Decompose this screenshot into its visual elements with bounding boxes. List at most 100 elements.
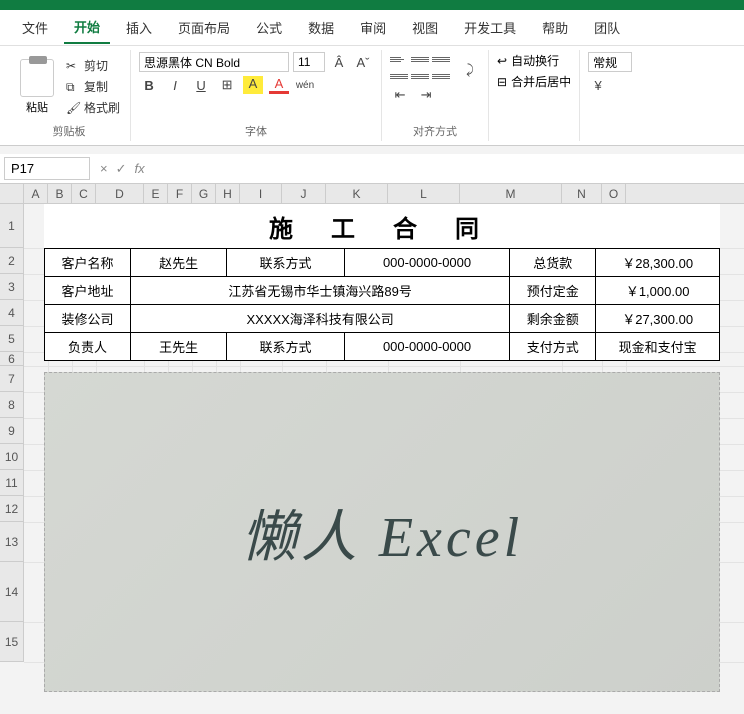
row-header[interactable]: 14 <box>0 562 24 622</box>
align-mid-right[interactable] <box>432 69 450 83</box>
col-header[interactable]: H <box>216 184 240 203</box>
align-mid-center[interactable] <box>411 69 429 83</box>
row-header[interactable]: 4 <box>0 300 24 326</box>
decrease-indent-button[interactable]: ⇤ <box>390 87 410 103</box>
col-header[interactable]: B <box>48 184 72 203</box>
col-header[interactable]: C <box>72 184 96 203</box>
menu-review[interactable]: 审阅 <box>350 12 396 43</box>
col-header[interactable]: F <box>168 184 192 203</box>
fill-color-button[interactable]: A <box>243 76 263 94</box>
scissors-icon: ✂ <box>66 59 80 73</box>
col-header[interactable]: O <box>602 184 626 203</box>
menu-formula[interactable]: 公式 <box>246 12 292 43</box>
font-color-button[interactable]: A <box>269 76 289 94</box>
col-header[interactable]: A <box>24 184 48 203</box>
cell-label[interactable]: 客户地址 <box>45 277 131 305</box>
underline-button[interactable]: U <box>191 78 211 93</box>
cell-value[interactable]: 现金和支付宝 <box>596 333 720 361</box>
paste-label: 粘贴 <box>26 99 48 115</box>
col-header[interactable]: G <box>192 184 216 203</box>
merge-center-button[interactable]: ⊟ 合并后居中 <box>497 73 571 90</box>
cell-value[interactable]: 江苏省无锡市华士镇海兴路89号 <box>130 277 509 305</box>
col-header[interactable]: K <box>326 184 388 203</box>
col-header[interactable]: E <box>144 184 168 203</box>
cell-label[interactable]: 总货款 <box>510 249 596 277</box>
col-header[interactable]: L <box>388 184 460 203</box>
menu-view[interactable]: 视图 <box>402 12 448 43</box>
menu-dev[interactable]: 开发工具 <box>454 12 526 43</box>
format-painter-button[interactable]: 🖌 格式刷 <box>64 98 122 117</box>
cells-area[interactable]: 施 工 合 同 客户名称 赵先生 联系方式 000-0000-0000 总货款 … <box>24 204 744 662</box>
formula-bar: × ✓ fx <box>0 154 744 184</box>
increase-font-button[interactable]: Â <box>329 55 349 70</box>
cell-value[interactable]: 王先生 <box>130 333 226 361</box>
cell-label[interactable]: 客户名称 <box>45 249 131 277</box>
fx-icon[interactable]: fx <box>135 161 145 176</box>
cell-label[interactable]: 支付方式 <box>510 333 596 361</box>
select-all-corner[interactable] <box>0 184 24 203</box>
decrease-font-button[interactable]: Aˇ <box>353 55 373 70</box>
accept-formula-button[interactable]: ✓ <box>116 161 127 177</box>
cell-value[interactable]: 000-0000-0000 <box>344 333 510 361</box>
font-name-select[interactable] <box>139 52 289 72</box>
cell-value[interactable]: 赵先生 <box>130 249 226 277</box>
orientation-button[interactable]: ⤸ <box>460 62 480 78</box>
align-top-left[interactable] <box>390 52 408 66</box>
paste-button[interactable]: 粘贴 <box>16 52 58 121</box>
menu-layout[interactable]: 页面布局 <box>168 12 240 43</box>
cancel-formula-button[interactable]: × <box>100 161 108 176</box>
row-header[interactable]: 7 <box>0 366 24 392</box>
cell-label[interactable]: 负责人 <box>45 333 131 361</box>
italic-button[interactable]: I <box>165 78 185 93</box>
currency-button[interactable]: ¥ <box>588 78 608 93</box>
name-box[interactable] <box>4 157 90 180</box>
font-size-select[interactable] <box>293 52 325 72</box>
row-header[interactable]: 10 <box>0 444 24 470</box>
row-header[interactable]: 8 <box>0 392 24 418</box>
row-header[interactable]: 12 <box>0 496 24 522</box>
cut-button[interactable]: ✂ 剪切 <box>64 56 122 75</box>
cell-label[interactable]: 联系方式 <box>227 333 344 361</box>
row-header[interactable]: 2 <box>0 248 24 274</box>
row-header[interactable]: 5 <box>0 326 24 352</box>
col-header[interactable]: M <box>460 184 562 203</box>
row-header[interactable]: 9 <box>0 418 24 444</box>
col-header[interactable]: N <box>562 184 602 203</box>
wrap-text-button[interactable]: ↩ 自动换行 <box>497 52 571 69</box>
cell-value[interactable]: XXXXX海泽科技有限公司 <box>130 305 509 333</box>
row-header[interactable]: 1 <box>0 204 24 248</box>
cell-value[interactable]: ￥27,300.00 <box>596 305 720 333</box>
col-header[interactable]: D <box>96 184 144 203</box>
phonetic-button[interactable]: wén <box>295 80 315 91</box>
col-header[interactable]: I <box>240 184 282 203</box>
cell-label[interactable]: 装修公司 <box>45 305 131 333</box>
row-header[interactable]: 6 <box>0 352 24 366</box>
copy-button[interactable]: ⧉ 复制 <box>64 77 122 96</box>
cell-value[interactable]: ￥1,000.00 <box>596 277 720 305</box>
menu-help[interactable]: 帮助 <box>532 12 578 43</box>
bold-button[interactable]: B <box>139 78 159 93</box>
cell-label[interactable]: 剩余金额 <box>510 305 596 333</box>
number-format-select[interactable] <box>588 52 632 72</box>
menu-insert[interactable]: 插入 <box>116 12 162 43</box>
cell-label[interactable]: 联系方式 <box>227 249 344 277</box>
align-top-right[interactable] <box>432 52 450 66</box>
align-top-center[interactable] <box>411 52 429 66</box>
align-mid-left[interactable] <box>390 69 408 83</box>
contract-table: 施 工 合 同 客户名称 赵先生 联系方式 000-0000-0000 总货款 … <box>44 204 720 361</box>
increase-indent-button[interactable]: ⇥ <box>416 87 436 103</box>
watermark-overlay: 懒人 Excel <box>44 372 720 692</box>
row-header[interactable]: 3 <box>0 274 24 300</box>
row-header[interactable]: 13 <box>0 522 24 562</box>
row-header[interactable]: 11 <box>0 470 24 496</box>
col-header[interactable]: J <box>282 184 326 203</box>
cell-value[interactable]: ￥28,300.00 <box>596 249 720 277</box>
cell-label[interactable]: 预付定金 <box>510 277 596 305</box>
menu-file[interactable]: 文件 <box>12 12 58 43</box>
menu-team[interactable]: 团队 <box>584 12 630 43</box>
menu-home[interactable]: 开始 <box>64 11 110 44</box>
row-header[interactable]: 15 <box>0 622 24 662</box>
menu-data[interactable]: 数据 <box>298 12 344 43</box>
border-button[interactable]: ⊞ <box>217 77 237 93</box>
cell-value[interactable]: 000-0000-0000 <box>344 249 510 277</box>
